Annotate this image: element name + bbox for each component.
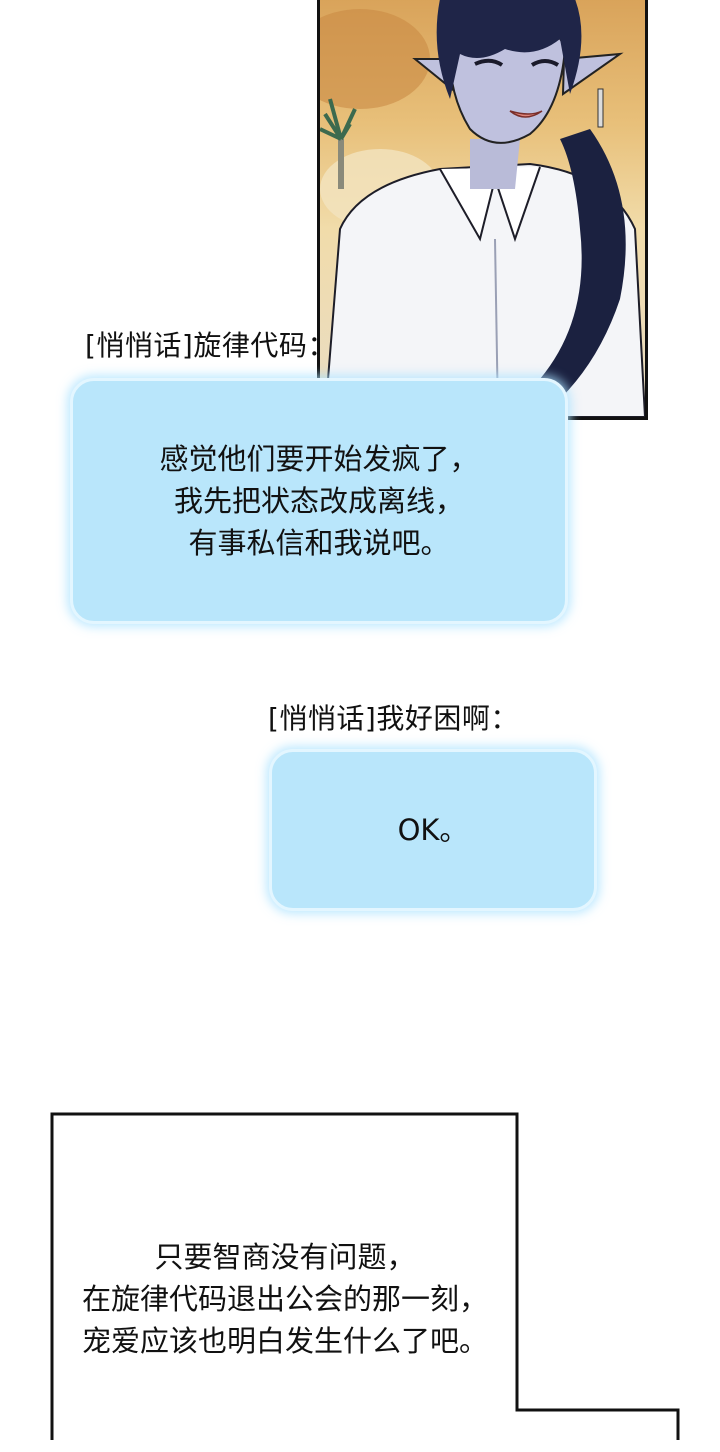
narration-text: 只要智商没有问题， 在旋律代码退出公会的那一刻， 宠爱应该也明白发生什么了吧。 — [50, 1236, 520, 1362]
narration-line: 在旋律代码退出公会的那一刻， — [81, 1282, 488, 1316]
whisper-speaker-label: [悄悄话]旋律代码： — [85, 329, 336, 362]
narration-line: 宠爱应该也明白发生什么了吧。 — [81, 1324, 488, 1358]
message-line: 有事私信和我说吧。 — [188, 526, 450, 560]
chat-bubble-whisper-1: 感觉他们要开始发疯了， 我先把状态改成离线， 有事私信和我说吧。 — [70, 378, 568, 624]
elf-character-drawing — [320, 0, 645, 417]
whisper-speaker-label: [悄悄话]我好困啊： — [268, 702, 519, 735]
message-line: OK。 — [397, 813, 469, 847]
chat-bubble-whisper-2: OK。 — [269, 749, 597, 911]
message-line: 感觉他们要开始发疯了， — [159, 442, 479, 476]
narration-line: 只要智商没有问题， — [154, 1240, 416, 1274]
character-illustration-panel — [317, 0, 648, 420]
message-line: 我先把状态改成离线， — [173, 484, 464, 518]
narration-box: 只要智商没有问题， 在旋律代码退出公会的那一刻， 宠爱应该也明白发生什么了吧。 — [50, 1112, 680, 1452]
